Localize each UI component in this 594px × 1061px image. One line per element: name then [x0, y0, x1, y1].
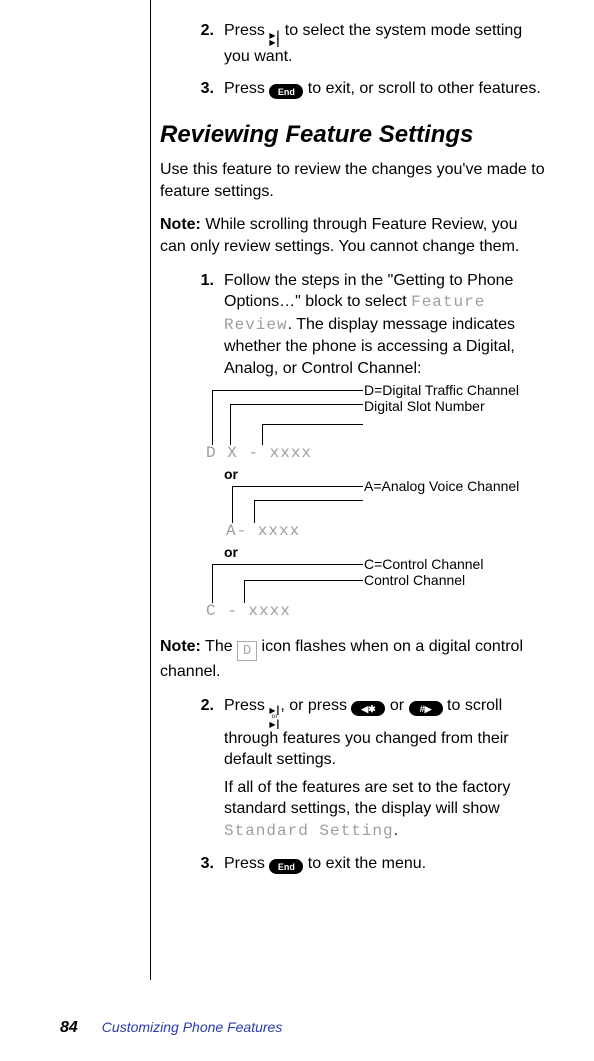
step-body: Press End to exit the menu.: [224, 853, 546, 875]
footer-title: Customizing Phone Features: [102, 1019, 283, 1035]
step-number: 2.: [192, 20, 214, 68]
scroll-icon: ▶┃or▶┃: [269, 707, 280, 728]
main-steps-list-cont: 2. Press ▶┃or▶┃, or press ◀✱ or #▶ to sc…: [192, 695, 546, 875]
note-1: Note: While scrolling through Feature Re…: [160, 214, 546, 257]
scroll-icon: ▶┃▶┃: [269, 32, 280, 46]
end-key-icon: End: [269, 84, 303, 99]
end-key-icon: End: [269, 859, 303, 874]
step-number: 3.: [192, 78, 214, 100]
content-divider: [150, 0, 151, 980]
step-body: Follow the steps in the "Getting to Phon…: [224, 270, 546, 380]
step-number: 1.: [192, 270, 214, 380]
channel-diagram: D X - xxxx D=Digital Traffic Channel Dig…: [206, 390, 546, 622]
page-footer: 84 Customizing Phone Features: [60, 1019, 282, 1037]
digital-d-icon: D: [237, 641, 257, 661]
star-key-icon: ◀✱: [351, 701, 385, 716]
note-label: Note:: [160, 638, 201, 655]
bracket-line: [254, 500, 363, 523]
lcd-readout: D X - xxxx: [206, 444, 312, 462]
note-2: Note: The D icon flashes when on a digit…: [160, 636, 546, 683]
note-label: Note:: [160, 216, 201, 233]
bracket-line: [262, 424, 363, 445]
page-number: 84: [60, 1019, 78, 1037]
intro-continued-list: 2. Press ▶┃▶┃ to select the system mode …: [192, 20, 546, 99]
note-text: While scrolling through Feature Review, …: [160, 216, 519, 255]
intro-paragraph: Use this feature to review the changes y…: [160, 159, 546, 202]
diagram-label: A=Analog Voice Channel: [364, 478, 519, 495]
section-heading: Reviewing Feature Settings: [160, 121, 546, 149]
step-body: Press End to exit, or scroll to other fe…: [224, 78, 546, 100]
step-body: Press ▶┃▶┃ to select the system mode set…: [224, 20, 546, 68]
lcd-readout: A- xxxx: [226, 522, 300, 540]
step-number: 2.: [192, 695, 214, 843]
main-steps-list: 1. Follow the steps in the "Getting to P…: [192, 270, 546, 380]
lcd-text: Standard Setting: [224, 822, 394, 840]
diagram-label: Control Channel: [364, 572, 483, 589]
bracket-line: [244, 580, 363, 603]
step-body: Press ▶┃or▶┃, or press ◀✱ or #▶ to scrol…: [224, 695, 546, 843]
diagram-label: D=Digital Traffic Channel: [364, 382, 519, 399]
diagram-label: Digital Slot Number: [364, 398, 519, 415]
lcd-readout: C - xxxx: [206, 602, 291, 620]
diagram-label: C=Control Channel: [364, 556, 483, 573]
step-number: 3.: [192, 853, 214, 875]
hash-key-icon: #▶: [409, 701, 443, 716]
